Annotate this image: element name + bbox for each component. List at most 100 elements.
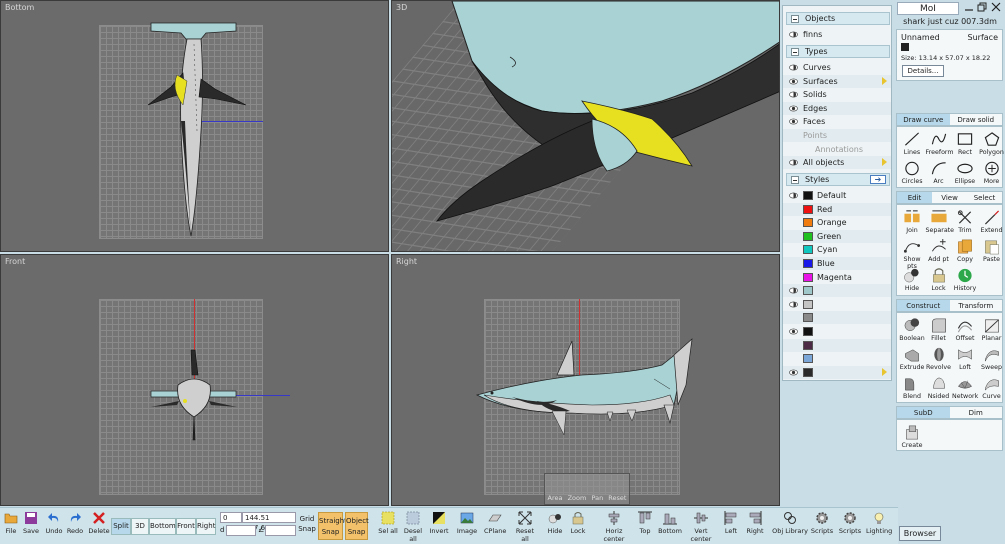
file-button[interactable]: File	[2, 511, 20, 543]
tab-transform[interactable]: Transform	[950, 300, 1003, 311]
shark-model-bottom[interactable]	[1, 1, 389, 252]
eye-half-icon[interactable]	[789, 192, 798, 199]
collapse-icon[interactable]	[791, 48, 799, 56]
circles-command[interactable]: Circles	[899, 160, 925, 185]
rect-command[interactable]: Rect	[952, 131, 978, 156]
expand-arrow-icon[interactable]	[882, 367, 887, 376]
lines-command[interactable]: Lines	[899, 131, 925, 156]
shark-model-3d[interactable]	[392, 1, 780, 252]
grid-snap-toggle[interactable]: Grid Snap	[298, 514, 316, 534]
freeform-command[interactable]: Freeform	[926, 131, 954, 156]
style-item[interactable]	[783, 298, 891, 311]
undo-button[interactable]: Undo	[45, 511, 63, 543]
type-item-solids[interactable]: Solids	[783, 88, 891, 101]
straight-snap-toggle[interactable]: Straight Snap	[318, 512, 347, 540]
eye-icon[interactable]	[789, 369, 798, 376]
reset-all-button[interactable]: Reset all	[512, 511, 538, 543]
details-button[interactable]: Details...	[902, 65, 944, 77]
tab-draw-curve[interactable]: Draw curve	[897, 114, 950, 125]
align-left-button[interactable]: Left	[722, 511, 740, 543]
browser-button[interactable]: Browser	[899, 526, 941, 541]
expand-arrow-icon[interactable]	[882, 76, 887, 85]
angle-field[interactable]	[265, 525, 296, 536]
style-item[interactable]	[783, 365, 891, 379]
close-icon[interactable]	[991, 2, 1001, 12]
save-button[interactable]: Save	[22, 511, 40, 543]
sweep-command[interactable]: Sweep	[979, 346, 1005, 371]
align-right-button[interactable]: Right	[744, 511, 766, 543]
shark-model-front[interactable]	[1, 255, 389, 506]
tab-draw-solid[interactable]: Draw solid	[950, 114, 1003, 125]
blend-command[interactable]: Blend	[899, 375, 925, 400]
tab-view[interactable]: View	[932, 192, 967, 203]
styles-menu-arrow-icon[interactable]: ➔	[870, 175, 886, 184]
paste-command[interactable]: Paste	[979, 238, 1005, 263]
view-tab-front[interactable]: Front	[176, 518, 196, 535]
image-button[interactable]: Image	[456, 511, 478, 543]
collapse-icon[interactable]	[791, 15, 799, 23]
viewport-front[interactable]: Front	[0, 254, 389, 506]
add-pt-command[interactable]: Add pt	[926, 238, 952, 263]
type-item-points[interactable]: Points	[783, 129, 891, 142]
copy-command[interactable]: Copy	[952, 238, 978, 263]
tab-subd[interactable]: SubD	[897, 407, 950, 418]
tab-dim[interactable]: Dim	[950, 407, 1003, 418]
lock-command[interactable]: Lock	[926, 267, 952, 292]
boolean-command[interactable]: Boolean	[899, 317, 925, 342]
styles-section-header[interactable]: Styles ➔	[786, 173, 890, 186]
horiz-center-button[interactable]: Horiz center	[596, 511, 632, 543]
more-command[interactable]: More	[979, 160, 1005, 185]
history-command[interactable]: History	[952, 267, 978, 292]
type-item-faces[interactable]: Faces	[783, 115, 891, 128]
style-item[interactable]: Cyan	[783, 243, 891, 256]
eye-half-icon[interactable]	[789, 301, 798, 308]
extend-command[interactable]: Extend	[979, 209, 1005, 234]
objects-section-header[interactable]: Objects	[786, 12, 890, 25]
type-item-curves[interactable]: Curves	[783, 61, 891, 74]
hide-button[interactable]: Hide	[545, 511, 565, 543]
fillet-command[interactable]: Fillet	[926, 317, 952, 342]
delete-button[interactable]: Delete	[88, 511, 110, 543]
trim-command[interactable]: Trim	[952, 209, 978, 234]
coord-x-field[interactable]: 0	[220, 512, 242, 523]
coord-yz-field[interactable]: 144.51 197.67	[242, 512, 296, 532]
eye-half-icon[interactable]	[789, 91, 798, 98]
type-item-all-objects[interactable]: All objects	[783, 156, 891, 170]
type-item-annotations[interactable]: Annotations	[783, 143, 891, 156]
distance-field[interactable]	[226, 525, 256, 536]
hide-command[interactable]: Hide	[899, 267, 925, 292]
arc-command[interactable]: Arc	[926, 160, 952, 185]
reset-view-control[interactable]: Reset	[608, 494, 626, 502]
view-tab-3d[interactable]: 3D	[131, 518, 149, 535]
offset-command[interactable]: Offset	[952, 317, 978, 342]
separate-command[interactable]: Separate	[926, 209, 954, 234]
select-all-button[interactable]: Sel all	[377, 511, 399, 543]
viewport-3d[interactable]: 3D	[391, 0, 780, 252]
minimize-icon[interactable]	[964, 2, 974, 12]
eye-icon[interactable]	[789, 328, 798, 335]
type-item-surfaces[interactable]: Surfaces	[783, 74, 891, 88]
redo-button[interactable]: Redo	[66, 511, 84, 543]
style-item[interactable]	[783, 338, 891, 352]
revolve-command[interactable]: Revolve	[926, 346, 952, 371]
restore-icon[interactable]	[977, 2, 987, 12]
cplane-button[interactable]: CPlane	[484, 511, 506, 543]
eye-icon[interactable]	[789, 105, 798, 112]
deselect-all-button[interactable]: Desel all	[401, 511, 425, 543]
type-item-edges[interactable]: Edges	[783, 101, 891, 115]
object-snap-toggle[interactable]: Object Snap	[345, 512, 369, 540]
vert-center-button[interactable]: Vert center	[684, 511, 718, 543]
nsided-command[interactable]: Nsided	[926, 375, 952, 400]
tab-edit[interactable]: Edit	[897, 192, 932, 203]
lock-button[interactable]: Lock	[568, 511, 588, 543]
show-pts-command[interactable]: Show pts	[899, 238, 925, 270]
area-zoom-control[interactable]: Area	[548, 494, 563, 502]
style-item[interactable]: Blue	[783, 257, 891, 270]
curve-command[interactable]: Curve	[979, 375, 1005, 400]
view-tab-right[interactable]: Right	[196, 518, 216, 535]
style-item[interactable]	[783, 325, 891, 338]
expand-arrow-icon[interactable]	[882, 158, 887, 167]
network-command[interactable]: Network	[952, 375, 978, 400]
scripts-button-1[interactable]: Scripts	[810, 511, 834, 543]
style-item[interactable]: Orange	[783, 216, 891, 229]
